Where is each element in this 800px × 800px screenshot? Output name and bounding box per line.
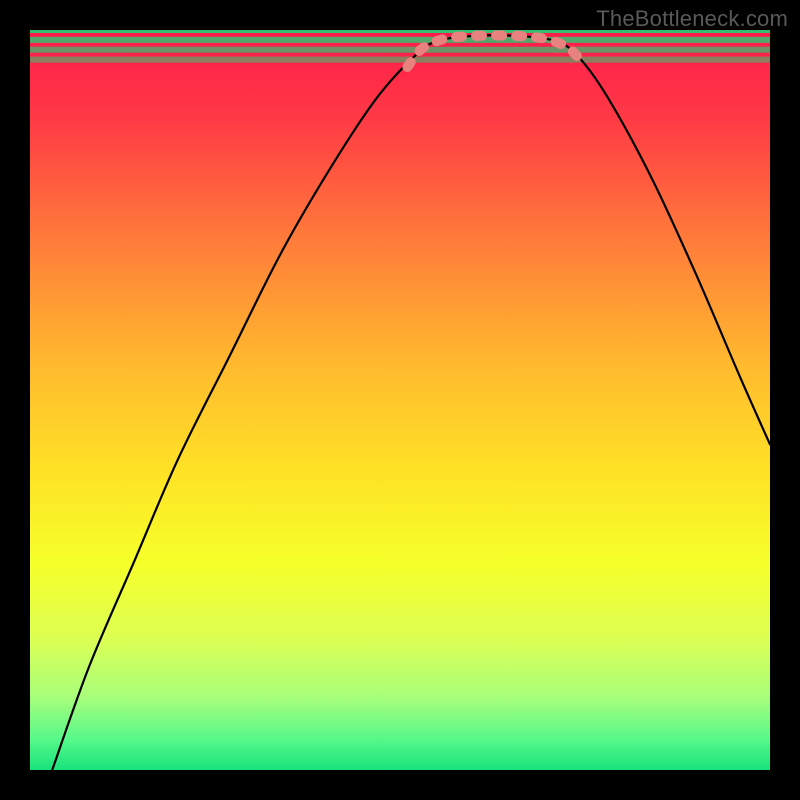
gradient-background	[30, 30, 770, 770]
plot-area	[30, 30, 770, 770]
chart-svg	[30, 30, 770, 770]
chart-frame: TheBottleneck.com	[0, 0, 800, 800]
watermark-text: TheBottleneck.com	[596, 6, 788, 32]
